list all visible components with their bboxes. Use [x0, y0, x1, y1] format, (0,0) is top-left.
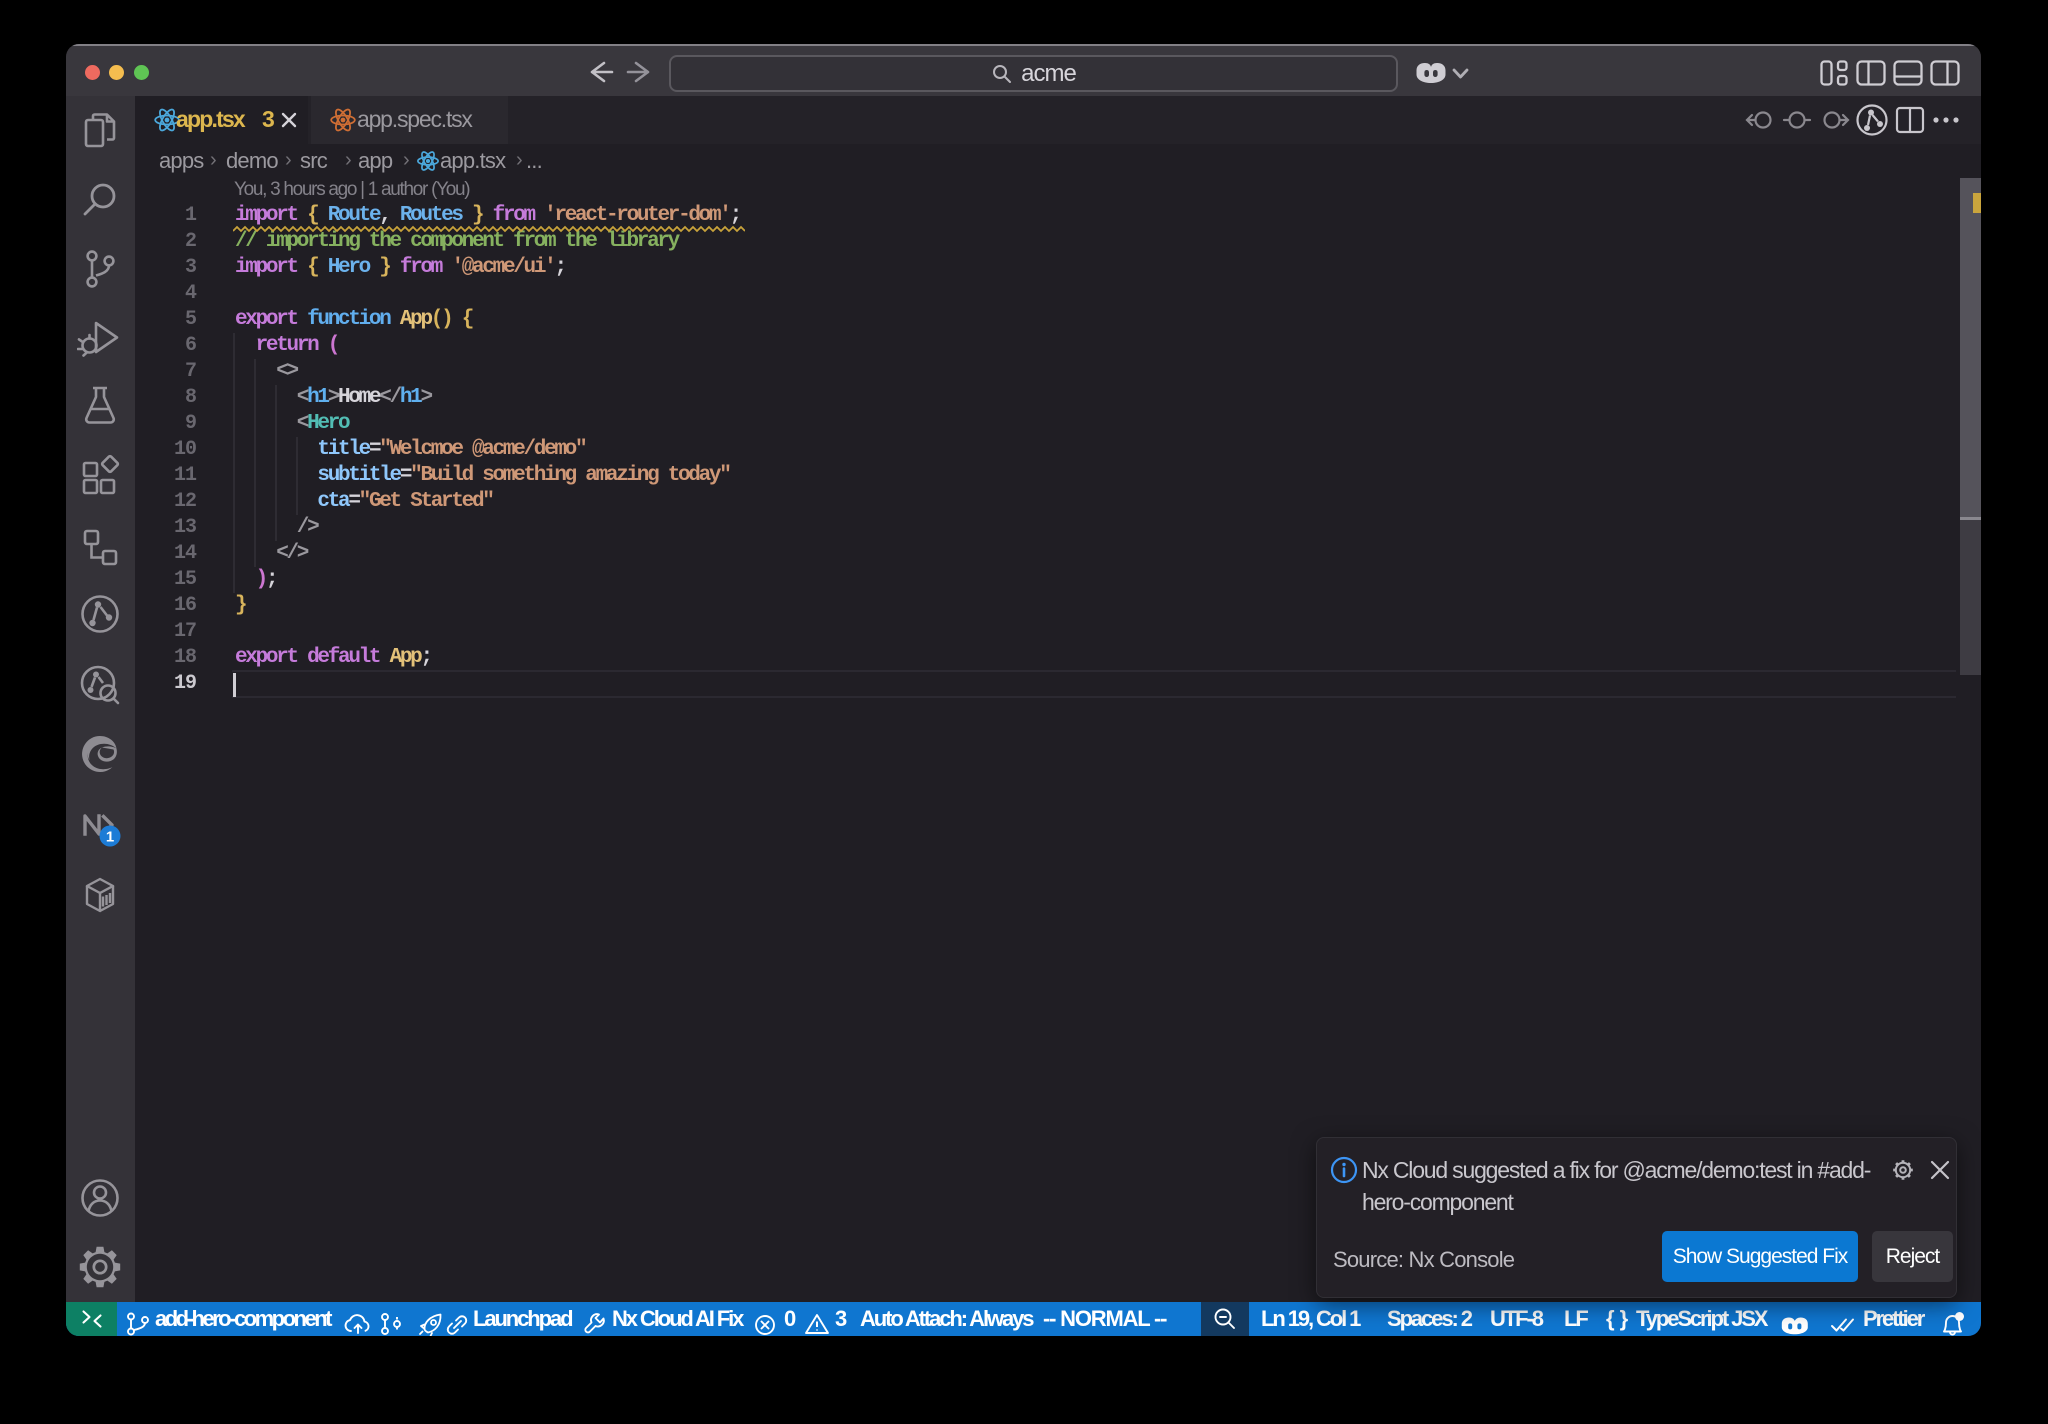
svg-text:1: 1	[106, 829, 114, 846]
